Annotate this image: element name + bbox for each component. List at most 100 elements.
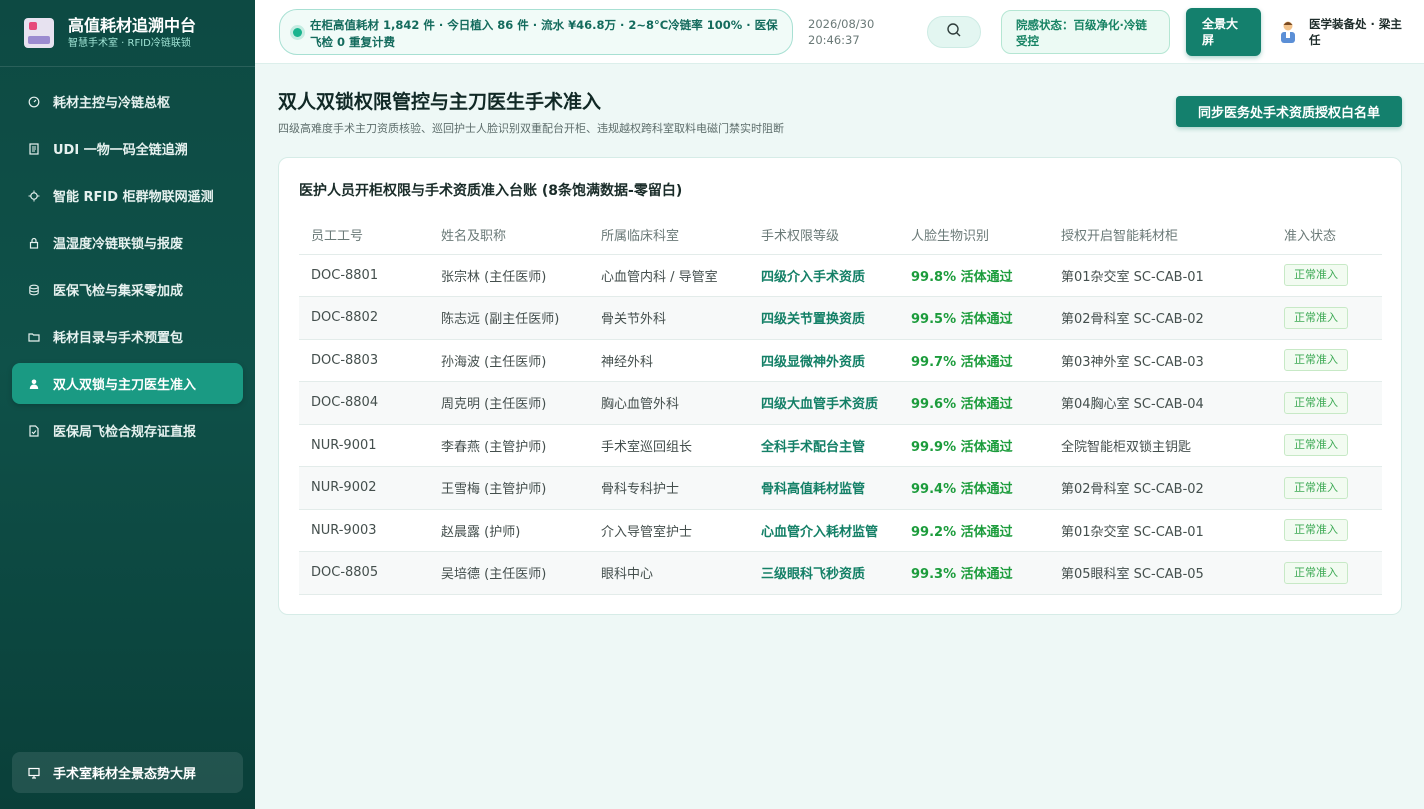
table-row[interactable]: DOC-8805 吴培德 (主任医师) 眼科中心 三级眼科飞秒资质 99.3% 活体通过… <box>299 551 1382 595</box>
barcode-doc-icon <box>28 142 40 155</box>
search-icon <box>946 22 962 42</box>
table-row[interactable]: DOC-8804 周克明 (主任医师) 胸心血管外科 四级大血管手术资质 99.6% 活… <box>299 381 1382 425</box>
table-row[interactable]: DOC-8803 孙海波 (主任医师) 神经外科 四级显微神外资质 99.7% 活体通过… <box>299 339 1382 382</box>
employee-id-cell: DOC-8802 <box>299 296 429 340</box>
column-header[interactable]: 准入状态 <box>1272 216 1382 255</box>
cabinet-cell: 第05眼科室 SC-CAB-05 <box>1049 551 1272 595</box>
permission-table: 员工工号 姓名及职称 所属临床科室 手术权限等级 人脸生物识别 授权开启智能耗材… <box>299 216 1382 595</box>
page-header: 双人双锁权限管控与主刀医生手术准入 四级高难度手术主刀资质核验、巡回护士人脸识别… <box>278 88 784 136</box>
datetime: 2026/08/30 20:46:37 <box>808 16 874 48</box>
department-cell: 介入导管室护士 <box>589 509 749 552</box>
brand-title: 高值耗材追溯中台 <box>68 15 197 35</box>
surgery-level-cell: 三级眼科飞秒资质 <box>749 551 899 595</box>
sidebar-item-compliance-report[interactable]: 医保局飞检合规存证直报 <box>12 410 243 451</box>
status-badge: 正常准入 <box>1284 391 1348 414</box>
cabinet-cell: 第01杂交室 SC-CAB-01 <box>1049 254 1272 297</box>
cabinet-cell: 第03神外室 SC-CAB-03 <box>1049 339 1272 382</box>
page-title: 双人双锁权限管控与主刀医生手术准入 <box>278 91 602 113</box>
cabinet-cell: 全院智能柜双锁主钥匙 <box>1049 424 1272 467</box>
user-name: 医学装备处 · 梁主任 <box>1309 17 1402 47</box>
face-recognition-cell: 99.4% 活体通过 <box>899 466 1049 510</box>
status-badge: 正常准入 <box>1284 519 1348 542</box>
table-row[interactable]: NUR-9002 王雪梅 (主管护师) 骨科专科护士 骨科高值耗材监管 99.4% 活体… <box>299 466 1382 510</box>
status-badge: 正常准入 <box>1284 306 1348 329</box>
table-row[interactable]: DOC-8801 张宗林 (主任医师) 心血管内科 / 导管室 四级介入手术资质 99.… <box>299 254 1382 297</box>
sidebar-item-cold-chain[interactable]: 温湿度冷链联锁与报废 <box>12 222 243 263</box>
cabinet-cell: 第01杂交室 SC-CAB-01 <box>1049 509 1272 552</box>
department-cell: 骨关节外科 <box>589 296 749 340</box>
chip-icon <box>28 190 40 202</box>
status-cell: 正常准入 <box>1272 254 1382 297</box>
status-badge: 正常准入 <box>1284 434 1348 457</box>
sidebar-item-label: 耗材目录与手术预置包 <box>53 331 184 346</box>
cabinet-cell: 第02骨科室 SC-CAB-02 <box>1049 466 1272 510</box>
department-cell: 神经外科 <box>589 339 749 382</box>
cabinet-cell: 第04胸心室 SC-CAB-04 <box>1049 381 1272 425</box>
brand: 高值耗材追溯中台 智慧手术室 · RFID冷链联锁 <box>0 0 255 67</box>
sidebar-item-main-control[interactable]: 耗材主控与冷链总枢 <box>12 81 243 122</box>
column-header[interactable]: 手术权限等级 <box>749 216 899 255</box>
column-header[interactable]: 所属临床科室 <box>589 216 749 255</box>
sidebar-item-udi-trace[interactable]: UDI 一物一码全链追溯 <box>12 128 243 169</box>
employee-id-cell: DOC-8805 <box>299 551 429 595</box>
sidebar-item-label: 智能 RFID 柜群物联网遥测 <box>53 190 214 205</box>
surgery-level-cell: 骨科高值耗材监管 <box>749 466 899 510</box>
monitor-icon <box>28 767 40 779</box>
table-row[interactable]: NUR-9001 李春燕 (主管护师) 手术室巡回组长 全科手术配台主管 99.9% 活… <box>299 424 1382 467</box>
sidebar: 高值耗材追溯中台 智慧手术室 · RFID冷链联锁 耗材主控与冷链总枢 UDI … <box>0 0 255 809</box>
ticker-text: 在柜高值耗材 1,842 件 · 今日植入 86 件 · 流水 ¥46.8万 ·… <box>310 18 778 49</box>
sidebar-item-catalog[interactable]: 耗材目录与手术预置包 <box>12 316 243 357</box>
surgery-level-cell: 四级显微神外资质 <box>749 339 899 382</box>
department-cell: 心血管内科 / 导管室 <box>589 254 749 297</box>
status-cell: 正常准入 <box>1272 296 1382 340</box>
face-recognition-cell: 99.6% 活体通过 <box>899 381 1049 425</box>
user-icon <box>28 378 40 390</box>
name-title-cell: 吴培德 (主任医师) <box>429 551 589 595</box>
sync-whitelist-button[interactable]: 同步医务处手术资质授权白名单 <box>1176 96 1402 127</box>
search-button[interactable] <box>927 16 981 48</box>
name-title-cell: 李春燕 (主管护师) <box>429 424 589 467</box>
column-header[interactable]: 授权开启智能耗材柜 <box>1049 216 1272 255</box>
surgery-level-cell: 四级大血管手术资质 <box>749 381 899 425</box>
card-title: 医护人员开柜权限与手术资质准入台账 (8条饱满数据-零留白) <box>299 183 683 199</box>
face-recognition-cell: 99.3% 活体通过 <box>899 551 1049 595</box>
surgery-level-cell: 心血管介入耗材监管 <box>749 509 899 552</box>
face-recognition-cell: 99.2% 活体通过 <box>899 509 1049 552</box>
face-recognition-cell: 99.5% 活体通过 <box>899 296 1049 340</box>
sidebar-nav: 耗材主控与冷链总枢 UDI 一物一码全链追溯 智能 RFID 柜群物联网遥测 温… <box>0 67 255 451</box>
avatar[interactable] <box>1279 20 1297 44</box>
fullscreen-button[interactable]: 全景大屏 <box>1186 8 1261 56</box>
status-cell: 正常准入 <box>1272 339 1382 382</box>
sidebar-item-label: 温湿度冷链联锁与报废 <box>53 237 184 252</box>
department-cell: 胸心血管外科 <box>589 381 749 425</box>
current-time: 20:46:37 <box>808 33 860 47</box>
sidebar-item-dual-lock[interactable]: 双人双锁与主刀医生准入 <box>12 363 243 404</box>
column-header[interactable]: 员工工号 <box>299 216 429 255</box>
status-badge: 正常准入 <box>1284 561 1348 584</box>
surgery-level-cell: 四级介入手术资质 <box>749 254 899 297</box>
lock-icon <box>28 237 40 249</box>
sidebar-item-label: 医保飞检与集采零加成 <box>53 284 184 299</box>
table-row[interactable]: NUR-9003 赵晨露 (护师) 介入导管室护士 心血管介入耗材监管 99.2% 活体… <box>299 509 1382 552</box>
employee-id-cell: NUR-9002 <box>299 466 429 510</box>
panorama-screen-label: 手术室耗材全景态势大屏 <box>53 767 197 782</box>
brand-subtitle: 智慧手术室 · RFID冷链联锁 <box>68 37 191 49</box>
permission-ledger-card: 医护人员开柜权限与手术资质准入台账 (8条饱满数据-零留白) 员工工号 姓名及职… <box>278 157 1402 615</box>
database-icon <box>28 284 40 296</box>
face-recognition-cell: 99.7% 活体通过 <box>899 339 1049 382</box>
sidebar-item-rfid-cabinets[interactable]: 智能 RFID 柜群物联网遥测 <box>12 175 243 216</box>
surgery-level-cell: 全科手术配台主管 <box>749 424 899 467</box>
infection-status-badge: 院感状态：百级净化·冷链受控 <box>1001 10 1170 54</box>
name-title-cell: 周克明 (主任医师) <box>429 381 589 425</box>
name-title-cell: 孙海波 (主任医师) <box>429 339 589 382</box>
sidebar-item-label: 耗材主控与冷链总枢 <box>53 96 171 111</box>
department-cell: 骨科专科护士 <box>589 466 749 510</box>
cabinet-cell: 第02骨科室 SC-CAB-02 <box>1049 296 1272 340</box>
panorama-screen-button[interactable]: 手术室耗材全景态势大屏 <box>12 752 243 793</box>
table-row[interactable]: DOC-8802 陈志远 (副主任医师) 骨关节外科 四级关节置换资质 99.5% 活体… <box>299 296 1382 340</box>
column-header[interactable]: 姓名及职称 <box>429 216 589 255</box>
name-title-cell: 陈志远 (副主任医师) <box>429 296 589 340</box>
column-header[interactable]: 人脸生物识别 <box>899 216 1049 255</box>
status-cell: 正常准入 <box>1272 466 1382 510</box>
sidebar-item-insurance-check[interactable]: 医保飞检与集采零加成 <box>12 269 243 310</box>
